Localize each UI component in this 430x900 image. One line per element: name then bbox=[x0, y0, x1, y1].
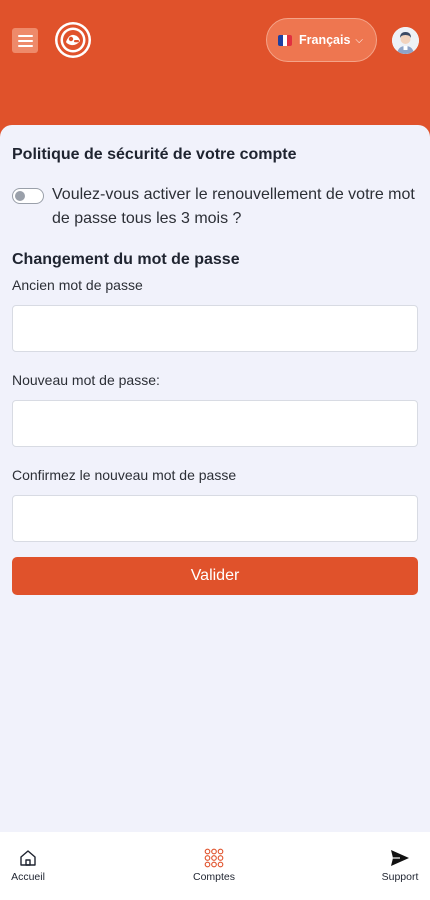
bottom-navigation: Accueil Comptes Support bbox=[0, 832, 430, 900]
home-icon bbox=[19, 848, 37, 868]
nav-label-accueil: Accueil bbox=[11, 871, 45, 883]
confirm-password-label: Confirmez le nouveau mot de passe bbox=[12, 467, 237, 483]
grid-icon bbox=[204, 848, 224, 868]
user-avatar-icon[interactable] bbox=[392, 27, 419, 54]
language-label: Français bbox=[299, 33, 351, 47]
send-icon bbox=[390, 848, 410, 868]
nav-item-accueil[interactable]: Accueil bbox=[4, 832, 52, 900]
hamburger-menu-icon[interactable] bbox=[12, 28, 38, 53]
brand-logo-icon[interactable] bbox=[55, 22, 91, 58]
security-policy-title: Politique de sécurité de votre compte bbox=[12, 146, 297, 163]
new-password-field[interactable] bbox=[12, 400, 418, 447]
old-password-label: Ancien mot de passe bbox=[12, 277, 143, 293]
chevron-down-icon: ⌵ bbox=[355, 34, 364, 46]
password-change-title: Changement du mot de passe bbox=[12, 251, 240, 268]
submit-button[interactable]: Valider bbox=[12, 557, 418, 595]
nav-item-comptes[interactable]: Comptes bbox=[187, 832, 241, 900]
nav-item-support[interactable]: Support bbox=[378, 832, 422, 900]
new-password-label: Nouveau mot de passe: bbox=[12, 372, 160, 388]
confirm-password-field[interactable] bbox=[12, 495, 418, 542]
password-renewal-label: Voulez-vous activer le renouvellement de… bbox=[52, 186, 415, 227]
nav-label-comptes: Comptes bbox=[192, 871, 235, 883]
old-password-field[interactable] bbox=[12, 305, 418, 352]
language-selector[interactable]: Français ⌵ bbox=[266, 18, 377, 62]
france-flag-icon bbox=[278, 34, 292, 46]
password-renewal-toggle[interactable] bbox=[12, 188, 44, 204]
app-header: Français ⌵ bbox=[0, 0, 430, 140]
nav-label-support: Support bbox=[381, 871, 419, 883]
